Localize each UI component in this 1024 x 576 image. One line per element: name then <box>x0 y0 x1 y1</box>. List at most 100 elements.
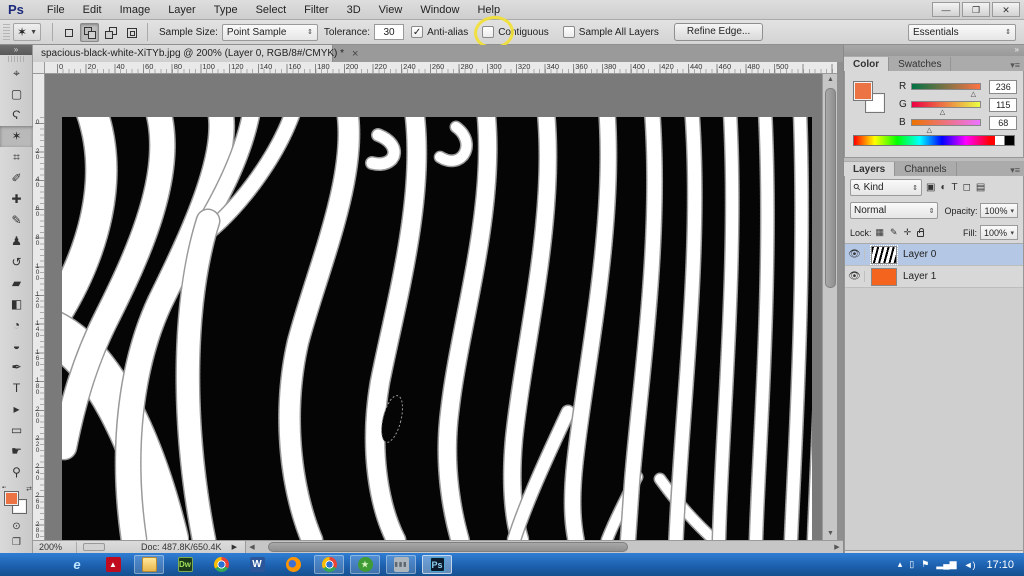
menu-select[interactable]: Select <box>247 2 296 18</box>
tray-volume-icon[interactable]: ◄) <box>964 560 976 570</box>
slider-thumb-icon[interactable]: △ <box>927 126 932 134</box>
scroll-down-icon[interactable]: ▼ <box>823 528 838 540</box>
eraser-tool[interactable]: ▰ <box>0 273 33 294</box>
lock-transparency-icon[interactable]: ▦ <box>876 227 885 238</box>
taskbar-acrobat[interactable]: ▲ <box>98 555 128 574</box>
fill-field[interactable]: 100% ▾ <box>980 225 1018 240</box>
sample-size-select[interactable]: Point Sample ⇕ <box>222 24 318 41</box>
filter-smart-object-icon[interactable]: ▤ <box>976 182 985 193</box>
layer-filter-select[interactable]: ⚲ Kind ⇕ <box>850 179 922 196</box>
checkbox[interactable]: ✓ <box>411 26 423 38</box>
spot-healing-tool[interactable]: ✚ <box>0 189 33 210</box>
path-select-tool[interactable]: ▸ <box>0 399 33 420</box>
dodge-tool[interactable]: ◒ <box>0 336 33 357</box>
tray-expand-icon[interactable]: ▴ <box>898 559 903 570</box>
checkbox[interactable] <box>482 26 494 38</box>
tray-power-icon[interactable]: ▯ <box>909 559 914 570</box>
taskbar-firefox[interactable] <box>278 555 308 574</box>
refine-edge-button[interactable]: Refine Edge... <box>674 23 763 41</box>
slider-track[interactable]: △ <box>911 101 982 108</box>
blur-tool[interactable]: ◔ <box>0 315 33 336</box>
taskbar-chrome[interactable] <box>314 555 344 574</box>
layer-thumbnail[interactable] <box>871 268 897 286</box>
clone-stamp-tool[interactable]: ♟ <box>0 231 33 252</box>
tray-network-icon[interactable]: ▂▄▆ <box>936 559 956 570</box>
shape-tool[interactable]: ▭ <box>0 420 33 441</box>
menu-window[interactable]: Window <box>411 2 468 18</box>
panel-menu-icon[interactable]: ▾≡ <box>1010 60 1024 71</box>
blend-mode-select[interactable]: Normal ⇕ <box>850 202 938 219</box>
taskbar-color-ball[interactable] <box>206 555 236 574</box>
pen-tool[interactable]: ✒ <box>0 357 33 378</box>
menu-view[interactable]: View <box>370 2 412 18</box>
tab-layers[interactable]: Layers <box>844 162 895 176</box>
anti-alias-checkbox[interactable]: ✓ Anti-alias <box>411 26 468 38</box>
slider-thumb-icon[interactable]: △ <box>940 108 945 116</box>
menu-edit[interactable]: Edit <box>74 2 111 18</box>
foreground-color-chip[interactable] <box>4 491 19 506</box>
menu-type[interactable]: Type <box>205 2 247 18</box>
filter-type-icon[interactable]: T <box>952 182 958 193</box>
slider-value[interactable]: 236 <box>989 80 1017 94</box>
history-brush-tool[interactable]: ↺ <box>0 252 33 273</box>
status-flyout-icon[interactable]: ▶ <box>232 543 237 551</box>
slider-value[interactable]: 68 <box>989 116 1017 130</box>
taskbar-internet-explorer[interactable]: e <box>62 555 92 574</box>
menu-file[interactable]: File <box>38 2 74 18</box>
crop-tool[interactable]: ⌗ <box>0 147 33 168</box>
tool-preset-picker[interactable]: ✶ ▼ <box>13 23 41 41</box>
menu-image[interactable]: Image <box>111 2 160 18</box>
tab-swatches[interactable]: Swatches <box>889 57 951 71</box>
opacity-field[interactable]: 100% ▾ <box>980 203 1018 218</box>
type-tool[interactable]: T <box>0 378 33 399</box>
taskbar-photoshop[interactable]: Ps <box>422 555 452 574</box>
subtract-from-selection-button[interactable] <box>101 23 120 42</box>
scroll-right-icon[interactable]: ▶ <box>831 541 843 554</box>
filter-image-icon[interactable]: ▣ <box>926 182 935 193</box>
hand-tool[interactable]: ☛ <box>0 441 33 462</box>
marquee-tool[interactable]: ▢ <box>0 84 33 105</box>
slider-track[interactable]: △ <box>911 119 982 126</box>
filter-shape-icon[interactable]: ◻ <box>963 182 971 193</box>
lock-paint-icon[interactable]: ✎ <box>890 227 898 238</box>
restore-button[interactable]: ❐ <box>962 2 990 17</box>
checkbox[interactable] <box>563 26 575 38</box>
screen-mode-button[interactable]: ❐ <box>0 535 33 551</box>
taskbar-dreamweaver[interactable]: Dw <box>170 555 200 574</box>
vertical-scrollbar[interactable]: ▲ ▼ <box>822 74 837 540</box>
taskbar-explorer[interactable] <box>134 555 164 574</box>
layer-thumbnail[interactable] <box>871 246 897 264</box>
scroll-left-icon[interactable]: ◀ <box>246 541 258 554</box>
move-tool[interactable]: ⌖ <box>0 63 33 84</box>
close-button[interactable]: ✕ <box>992 2 1020 17</box>
slider-track[interactable]: △ <box>911 83 982 90</box>
lock-all-icon[interactable] <box>917 231 924 237</box>
quick-mask-button[interactable]: ⊙ <box>0 519 33 535</box>
tab-close-icon[interactable]: × <box>352 48 358 60</box>
panel-menu-icon[interactable]: ▾≡ <box>1010 165 1024 176</box>
layer-row-0[interactable]: 👁 Layer 0 <box>845 244 1023 266</box>
lock-position-icon[interactable]: ✛ <box>904 227 912 238</box>
menu-filter[interactable]: Filter <box>295 2 337 18</box>
eyedropper-tool[interactable]: ✐ <box>0 168 33 189</box>
taskbar-levels-app[interactable]: ▮▮▮ <box>386 555 416 574</box>
add-to-selection-button[interactable] <box>80 23 99 42</box>
menu-help[interactable]: Help <box>468 2 509 18</box>
layer-row-1[interactable]: 👁 Layer 1 <box>845 266 1023 288</box>
menu-3d[interactable]: 3D <box>338 2 370 18</box>
menu-layer[interactable]: Layer <box>159 2 205 18</box>
sample-all-layers-checkbox[interactable]: Sample All Layers <box>563 26 659 38</box>
gradient-tool[interactable]: ◧ <box>0 294 33 315</box>
zoom-tool[interactable]: ⚲ <box>0 462 33 483</box>
document-tab[interactable]: spacious-black-white-XiTYb.jpg @ 200% (L… <box>33 45 333 62</box>
magic-wand-tool[interactable]: ✶ <box>0 126 33 147</box>
taskbar-word[interactable]: W <box>242 555 272 574</box>
swap-colors-icon[interactable]: ⇄ <box>26 485 32 493</box>
intersect-selection-button[interactable] <box>122 23 141 42</box>
filter-adjustment-icon[interactable]: ◐ <box>940 182 946 193</box>
lasso-tool[interactable]: Ϛ <box>0 105 33 126</box>
color-spectrum-bar[interactable] <box>853 135 1015 146</box>
canvas[interactable] <box>45 74 822 540</box>
tray-flag-icon[interactable]: ⚑ <box>921 559 929 570</box>
tab-channels[interactable]: Channels <box>895 162 956 176</box>
